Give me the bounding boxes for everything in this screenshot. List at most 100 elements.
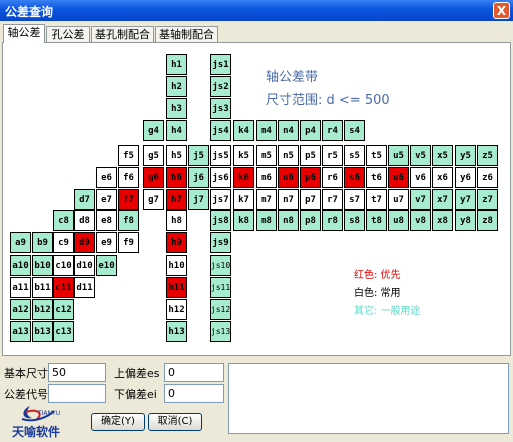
tolerance-cell-x5[interactable]: x5	[432, 145, 453, 166]
tolerance-cell-m6[interactable]: m6	[256, 167, 277, 188]
tolerance-cell-n5[interactable]: n5	[278, 145, 299, 166]
tolerance-cell-a9[interactable]: a9	[10, 232, 31, 253]
tolerance-cell-h6[interactable]: h6	[166, 167, 187, 188]
tab-shaft-tolerance[interactable]: 轴公差	[3, 24, 45, 43]
tolerance-cell-h10[interactable]: h10	[166, 255, 187, 276]
tolerance-cell-c9[interactable]: c9	[53, 232, 74, 253]
ok-button[interactable]: 确定(Y)	[91, 413, 145, 431]
tolerance-cell-js2[interactable]: js2	[210, 76, 231, 97]
tolerance-cell-d10[interactable]: d10	[74, 255, 95, 276]
tolerance-cell-p7[interactable]: p7	[300, 189, 321, 210]
tolerance-cell-h12[interactable]: h12	[166, 299, 187, 320]
tolerance-cell-c10[interactable]: c10	[53, 255, 74, 276]
tolerance-cell-f7[interactable]: f7	[118, 189, 139, 210]
tolerance-cell-b12[interactable]: b12	[32, 299, 53, 320]
lower-deviation-input[interactable]: 0	[164, 384, 224, 403]
tolerance-cell-js6[interactable]: js6	[210, 167, 231, 188]
tolerance-cell-y8[interactable]: y8	[455, 210, 476, 231]
tolerance-cell-v7[interactable]: v7	[410, 189, 431, 210]
tolerance-cell-y5[interactable]: y5	[455, 145, 476, 166]
tolerance-cell-t6[interactable]: t6	[366, 167, 387, 188]
tolerance-cell-js11[interactable]: js11	[210, 277, 231, 298]
tolerance-cell-d9[interactable]: d9	[74, 232, 95, 253]
tolerance-cell-c8[interactable]: c8	[53, 210, 74, 231]
tolerance-cell-js9[interactable]: js9	[210, 232, 231, 253]
tolerance-cell-e10[interactable]: e10	[96, 255, 117, 276]
tolerance-cell-u6[interactable]: u6	[388, 167, 409, 188]
tolerance-cell-b10[interactable]: b10	[32, 255, 53, 276]
tolerance-cell-s7[interactable]: s7	[344, 189, 365, 210]
tolerance-cell-f6[interactable]: f6	[118, 167, 139, 188]
tolerance-cell-js12[interactable]: js12	[210, 299, 231, 320]
cancel-button[interactable]: 取消(C)	[148, 413, 202, 431]
tolerance-cell-s6[interactable]: s6	[344, 167, 365, 188]
tolerance-cell-t8[interactable]: t8	[366, 210, 387, 231]
tolerance-cell-p8[interactable]: p8	[300, 210, 321, 231]
upper-deviation-input[interactable]: 0	[164, 363, 224, 382]
tolerance-cell-r5[interactable]: r5	[322, 145, 343, 166]
tolerance-cell-u8[interactable]: u8	[388, 210, 409, 231]
tolerance-cell-h9[interactable]: h9	[166, 232, 187, 253]
tolerance-cell-e9[interactable]: e9	[96, 232, 117, 253]
tolerance-cell-g6[interactable]: g6	[143, 167, 164, 188]
tolerance-cell-d11[interactable]: d11	[74, 277, 95, 298]
tolerance-cell-t5[interactable]: t5	[366, 145, 387, 166]
tolerance-cell-a12[interactable]: a12	[10, 299, 31, 320]
tolerance-cell-m8[interactable]: m8	[256, 210, 277, 231]
tab-hole-basis-fit[interactable]: 基孔制配合	[91, 26, 154, 42]
tolerance-cell-a11[interactable]: a11	[10, 277, 31, 298]
tolerance-cell-s4[interactable]: s4	[344, 120, 365, 141]
tolerance-cell-t7[interactable]: t7	[366, 189, 387, 210]
tolerance-cell-j6[interactable]: j6	[188, 167, 209, 188]
tolerance-cell-b11[interactable]: b11	[32, 277, 53, 298]
tolerance-cell-b9[interactable]: b9	[32, 232, 53, 253]
tolerance-cell-u7[interactable]: u7	[388, 189, 409, 210]
tolerance-cell-p5[interactable]: p5	[300, 145, 321, 166]
tolerance-cell-c11[interactable]: c11	[53, 277, 74, 298]
tolerance-cell-s5[interactable]: s5	[344, 145, 365, 166]
tolerance-cell-p6[interactable]: p6	[300, 167, 321, 188]
tolerance-cell-n8[interactable]: n8	[278, 210, 299, 231]
tolerance-cell-v5[interactable]: v5	[410, 145, 431, 166]
tolerance-cell-n6[interactable]: n6	[278, 167, 299, 188]
tolerance-cell-h5[interactable]: h5	[166, 145, 187, 166]
tolerance-cell-c13[interactable]: c13	[53, 321, 74, 342]
tolerance-cell-js1[interactable]: js1	[210, 54, 231, 75]
tolerance-cell-h8[interactable]: h8	[166, 210, 187, 231]
tolerance-code-input[interactable]	[48, 384, 106, 403]
tolerance-cell-h3[interactable]: h3	[166, 98, 187, 119]
tolerance-cell-y6[interactable]: y6	[455, 167, 476, 188]
tolerance-cell-y7[interactable]: y7	[455, 189, 476, 210]
tolerance-cell-h7[interactable]: h7	[166, 189, 187, 210]
tolerance-cell-h4[interactable]: h4	[166, 120, 187, 141]
tolerance-cell-k6[interactable]: k6	[233, 167, 254, 188]
tolerance-cell-k5[interactable]: k5	[233, 145, 254, 166]
basic-size-input[interactable]: 50	[48, 363, 106, 382]
tolerance-cell-js4[interactable]: js4	[210, 120, 231, 141]
tolerance-cell-s8[interactable]: s8	[344, 210, 365, 231]
tolerance-cell-j5[interactable]: j5	[188, 145, 209, 166]
tolerance-cell-js5[interactable]: js5	[210, 145, 231, 166]
tolerance-cell-h1[interactable]: h1	[166, 54, 187, 75]
tolerance-cell-m4[interactable]: m4	[256, 120, 277, 141]
tolerance-cell-z8[interactable]: z8	[477, 210, 498, 231]
tolerance-cell-a10[interactable]: a10	[10, 255, 31, 276]
tolerance-cell-r7[interactable]: r7	[322, 189, 343, 210]
tolerance-cell-f9[interactable]: f9	[118, 232, 139, 253]
tolerance-cell-f8[interactable]: f8	[118, 210, 139, 231]
tab-hole-tolerance[interactable]: 孔公差	[46, 26, 90, 42]
tolerance-cell-m7[interactable]: m7	[256, 189, 277, 210]
tolerance-cell-e8[interactable]: e8	[96, 210, 117, 231]
tolerance-cell-g5[interactable]: g5	[143, 145, 164, 166]
tolerance-cell-m5[interactable]: m5	[256, 145, 277, 166]
tolerance-cell-js13[interactable]: js13	[210, 321, 231, 342]
tolerance-cell-d7[interactable]: d7	[74, 189, 95, 210]
tolerance-cell-k8[interactable]: k8	[233, 210, 254, 231]
tolerance-cell-js10[interactable]: js10	[210, 255, 231, 276]
tolerance-cell-v6[interactable]: v6	[410, 167, 431, 188]
tolerance-cell-js7[interactable]: js7	[210, 189, 231, 210]
tolerance-cell-p4[interactable]: p4	[300, 120, 321, 141]
tab-shaft-basis-fit[interactable]: 基轴制配合	[155, 26, 218, 42]
tolerance-cell-h2[interactable]: h2	[166, 76, 187, 97]
tolerance-cell-e7[interactable]: e7	[96, 189, 117, 210]
